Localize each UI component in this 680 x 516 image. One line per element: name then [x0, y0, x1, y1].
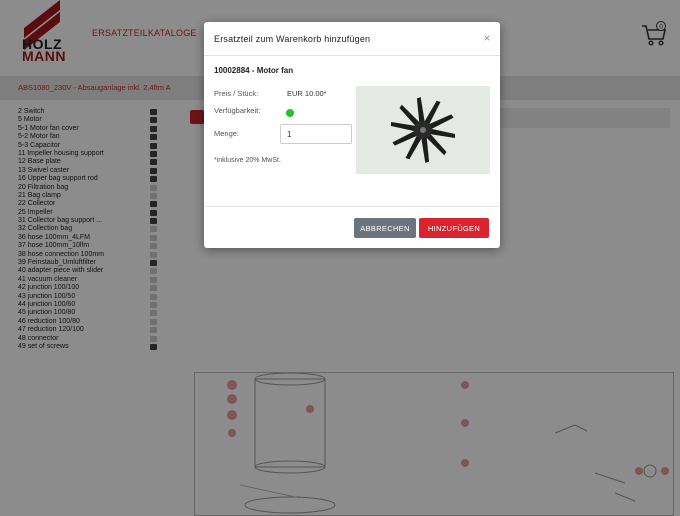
price-value: EUR 10.00* — [287, 89, 327, 98]
quantity-label: Menge: — [214, 129, 240, 138]
quantity-input[interactable] — [280, 124, 352, 144]
availability-label: Verfügbarkeit: — [214, 106, 261, 115]
dialog-footer: ABBRECHEN HINZUFÜGEN — [204, 206, 500, 248]
part-title: 10002884 - Motor fan — [214, 66, 294, 75]
availability-status-dot — [286, 109, 294, 117]
cancel-button[interactable]: ABBRECHEN — [354, 218, 416, 238]
add-to-cart-dialog: Ersatzteil zum Warenkorb hinzufügen × 10… — [204, 22, 500, 248]
product-image — [356, 86, 490, 174]
close-icon[interactable]: × — [480, 31, 494, 45]
price-label: Preis / Stück: — [214, 89, 259, 98]
add-to-cart-button[interactable]: HINZUFÜGEN — [419, 218, 489, 238]
vat-note: *inklusive 20% MwSt. — [214, 157, 281, 164]
dialog-header: Ersatzteil zum Warenkorb hinzufügen × — [204, 22, 500, 56]
dialog-title: Ersatzteil zum Warenkorb hinzufügen — [214, 34, 371, 44]
